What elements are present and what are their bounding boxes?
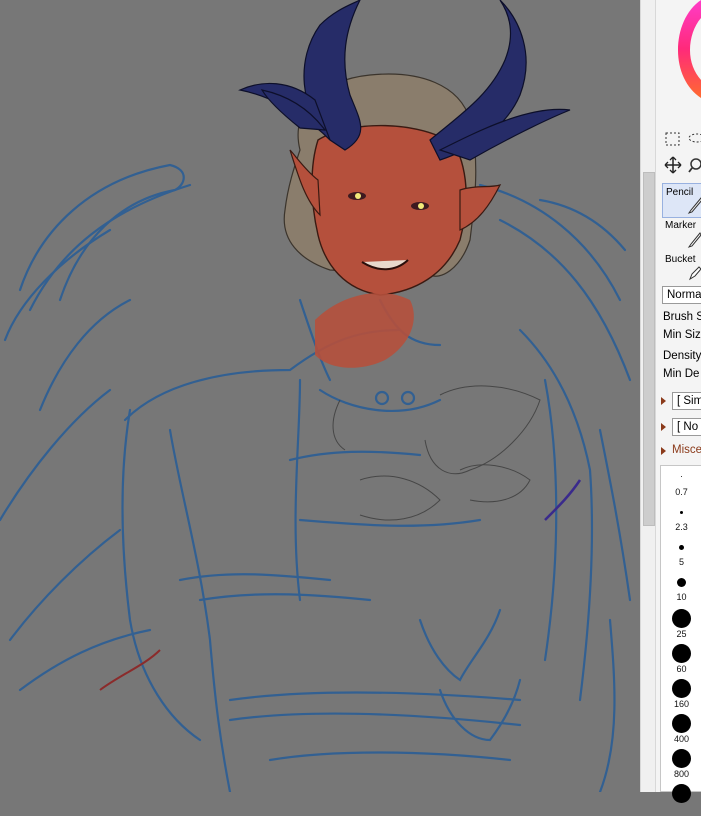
brush-label: Marker — [665, 220, 697, 231]
collapse-arrow-icon[interactable] — [661, 447, 666, 455]
rect-select-icon[interactable] — [664, 130, 682, 148]
density-label: Density — [663, 350, 701, 362]
brush-slot-bucket[interactable]: Bucket — [662, 251, 701, 284]
artwork — [0, 0, 632, 792]
drawing-canvas[interactable] — [0, 0, 640, 792]
move-icon[interactable] — [664, 156, 682, 174]
brush-size-option[interactable]: 60 — [661, 641, 701, 676]
brush-slot-pencil[interactable]: Pencil — [662, 183, 701, 218]
expand-arrow-icon[interactable] — [661, 397, 666, 405]
brush-size-label: Brush S — [663, 311, 701, 323]
zoom-icon[interactable] — [686, 156, 701, 174]
brush-size-option[interactable] — [661, 781, 701, 816]
ink-lines — [332, 385, 541, 521]
brush-size-option[interactable]: 2.3 — [661, 501, 701, 536]
pencil-icon — [687, 197, 701, 214]
brush-size-option[interactable]: 25 — [661, 606, 701, 641]
brush-size-option[interactable]: 400 — [661, 711, 701, 746]
brush-size-option[interactable]: 0.7 — [661, 466, 701, 501]
color-wheel[interactable] — [676, 0, 701, 100]
brush-size-list[interactable]: 0.7 2.3 5 10 25 60 160 400 800 — [660, 465, 701, 803]
hand — [315, 292, 414, 368]
brush-size-option[interactable]: 10 — [661, 571, 701, 606]
bucket-icon — [688, 266, 701, 281]
marker-icon — [687, 232, 701, 248]
canvas-vertical-scrollbar[interactable] — [640, 0, 656, 792]
brush-size-option[interactable]: 160 — [661, 676, 701, 711]
brush-size-option[interactable]: 800 — [661, 746, 701, 781]
brush-size-option[interactable]: 5 — [661, 536, 701, 571]
brush-texture-select[interactable]: [ No — [672, 418, 701, 436]
expand-arrow-icon[interactable] — [661, 423, 666, 431]
blend-mode-select[interactable]: Normal — [662, 286, 701, 304]
misc-section-header[interactable]: Misce — [672, 444, 701, 456]
scrollbar-thumb[interactable] — [643, 172, 655, 526]
brush-slot-marker[interactable]: Marker — [662, 217, 701, 250]
purple-mark — [544, 479, 582, 521]
min-size-label: Min Size — [663, 329, 701, 341]
lasso-icon[interactable] — [686, 130, 701, 148]
brush-shape-select[interactable]: [ Sim — [672, 392, 701, 410]
min-density-label: Min De — [663, 368, 700, 380]
